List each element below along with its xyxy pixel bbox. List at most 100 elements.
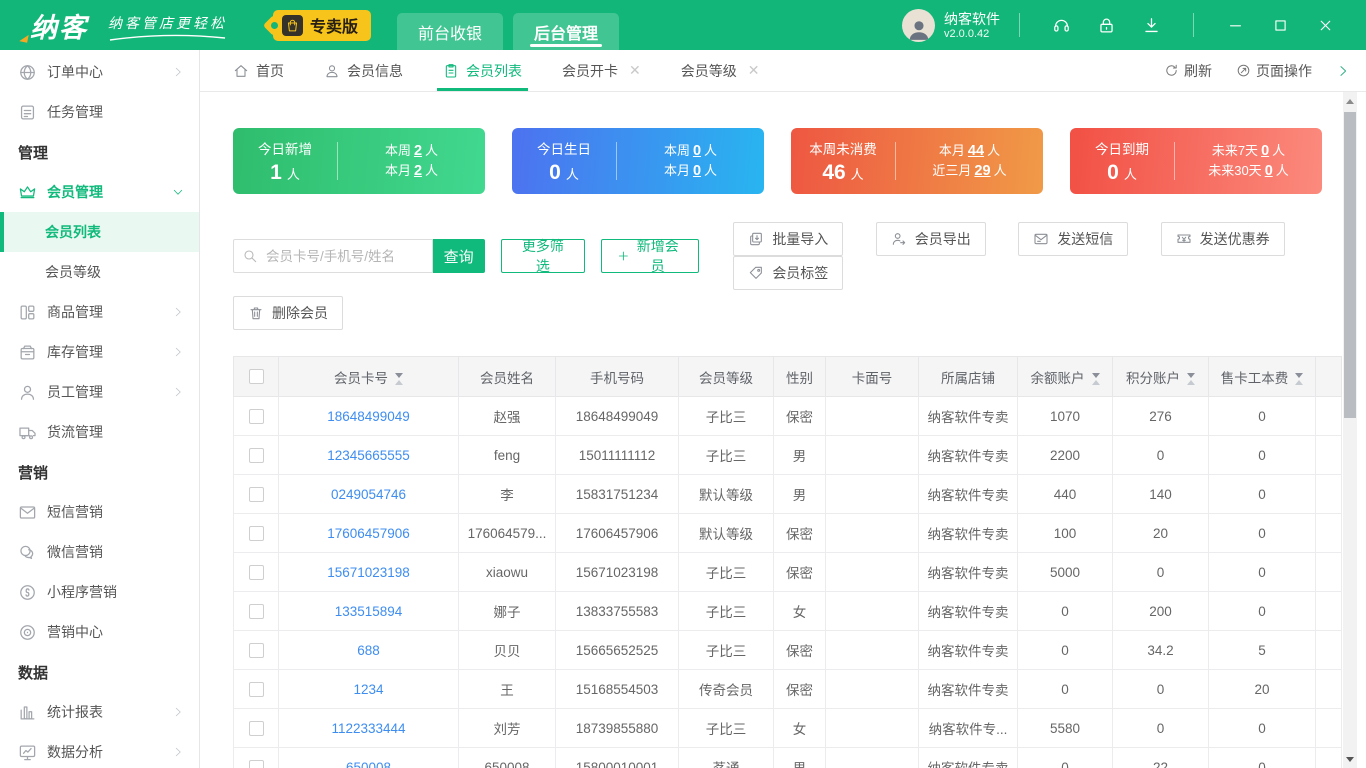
table-row[interactable]: 1234 王 15168554503 传奇会员 保密 纳客软件专卖 0 0 20	[233, 669, 1342, 709]
table-row[interactable]: 15671023198 xiaowu 15671023198 子比三 保密 纳客…	[233, 552, 1342, 592]
sort-icon[interactable]	[1295, 372, 1304, 385]
select-all-checkbox[interactable]	[248, 369, 264, 385]
more-filter-button[interactable]: 更多筛选	[501, 238, 585, 274]
headset-icon[interactable]	[1052, 16, 1071, 35]
toolbar-button[interactable]: 会员标签	[733, 256, 844, 290]
sidebar-item[interactable]: 订单中心	[0, 52, 199, 92]
row-checkbox[interactable]	[248, 603, 264, 619]
scrollbar-thumb[interactable]	[1344, 112, 1356, 418]
toolbar-button[interactable]: 发送短信	[1018, 222, 1129, 256]
vertical-scrollbar[interactable]	[1343, 92, 1357, 768]
sort-icon[interactable]	[1091, 372, 1100, 385]
import-icon	[748, 231, 764, 247]
lock-icon[interactable]	[1097, 16, 1116, 35]
toolbar-button[interactable]: 会员导出	[875, 222, 986, 256]
download-icon[interactable]	[1142, 16, 1161, 35]
table-row[interactable]: 688 贝贝 15665652525 子比三 保密 纳客软件专卖 0 34.2 …	[233, 630, 1342, 670]
scroll-up-arrow[interactable]	[1343, 94, 1357, 108]
tab-overflow-chevron[interactable]	[1336, 64, 1350, 78]
sidebar-item[interactable]: 员工管理	[0, 372, 199, 412]
sidebar-item[interactable]: 微信营销	[0, 532, 199, 572]
close-icon[interactable]	[1317, 17, 1334, 34]
toolbar-button[interactable]: 批量导入	[733, 222, 844, 256]
refresh-button[interactable]: 刷新	[1164, 61, 1212, 81]
sidebar-item[interactable]: 数据分析	[0, 732, 199, 768]
member-card-link[interactable]: 1234	[278, 669, 459, 709]
avatar	[902, 8, 935, 42]
sidebar-item[interactable]: 营销	[0, 452, 199, 492]
member-card-link[interactable]: 15671023198	[278, 552, 459, 592]
member-balance: 1070	[1017, 396, 1113, 436]
table-row[interactable]: 12345665555 feng 15011111112 子比三 男 纳客软件专…	[233, 435, 1342, 475]
table-row[interactable]: 650008 650008 15800010001 茗通 男 纳客软件专卖 0 …	[233, 747, 1342, 768]
tab-close-icon[interactable]: ✕	[629, 62, 641, 79]
user-menu[interactable]: 纳客软件 v2.0.0.42	[902, 8, 1000, 42]
member-card-link[interactable]: 18648499049	[278, 396, 459, 436]
row-checkbox[interactable]	[248, 564, 264, 580]
stat-card: 本周未消费 46 人 本月 44 人 近三月 29 人	[791, 128, 1043, 194]
member-gender: 保密	[773, 552, 826, 592]
search-input[interactable]	[233, 239, 433, 273]
sidebar-item[interactable]: 小程序营销	[0, 572, 199, 612]
sidebar-item[interactable]: 货流管理	[0, 412, 199, 452]
row-checkbox[interactable]	[248, 642, 264, 658]
table-row[interactable]: 18648499049 赵强 18648499049 子比三 保密 纳客软件专卖…	[233, 396, 1342, 436]
sort-icon[interactable]	[1187, 372, 1195, 385]
toolbar-button[interactable]: 发送优惠券	[1160, 222, 1285, 256]
sidebar-item[interactable]: 库存管理	[0, 332, 199, 372]
sidebar-item[interactable]: 营销中心	[0, 612, 199, 652]
sidebar-item[interactable]: 会员等级	[0, 252, 199, 292]
monitor-icon	[18, 743, 37, 762]
target-icon	[18, 623, 37, 642]
sidebar-item[interactable]: 数据	[0, 652, 199, 692]
plus-icon	[617, 249, 630, 263]
minimize-icon[interactable]	[1227, 17, 1244, 34]
member-level: 传奇会员	[678, 669, 774, 709]
sidebar-item[interactable]: 统计报表	[0, 692, 199, 732]
table-row[interactable]: 1122333444 刘芳 18739855880 子比三 女 纳客软件专...…	[233, 708, 1342, 748]
sidebar-item[interactable]: 任务管理	[0, 92, 199, 132]
member-card-link[interactable]: 12345665555	[278, 435, 459, 475]
tab-close-icon[interactable]: ✕	[748, 62, 760, 79]
row-checkbox[interactable]	[248, 447, 264, 463]
member-card-link[interactable]: 133515894	[278, 591, 459, 631]
delete-member-button[interactable]: 删除会员	[233, 296, 343, 330]
member-card-link[interactable]: 1122333444	[278, 708, 459, 748]
sort-icon[interactable]	[395, 372, 403, 385]
member-points: 200	[1112, 591, 1209, 631]
member-card-link[interactable]: 17606457906	[278, 513, 459, 553]
table-row[interactable]: 133515894 娜子 13833755583 子比三 女 纳客软件专卖 0 …	[233, 591, 1342, 631]
add-member-button[interactable]: 新增会员	[600, 238, 700, 274]
tab[interactable]: 会员开卡 ✕	[562, 50, 641, 91]
row-checkbox[interactable]	[248, 720, 264, 736]
page-ops-button[interactable]: 页面操作	[1236, 61, 1312, 81]
member-card-link[interactable]: 688	[278, 630, 459, 670]
sidebar-item[interactable]: 短信营销	[0, 492, 199, 532]
nav-button[interactable]: 后台管理	[513, 13, 620, 50]
maximize-icon[interactable]	[1272, 17, 1289, 34]
member-balance: 100	[1017, 513, 1113, 553]
row-checkbox[interactable]	[248, 525, 264, 541]
tab[interactable]: 会员等级 ✕	[681, 50, 760, 91]
member-name: 李	[458, 474, 556, 514]
tab[interactable]: 会员信息	[324, 50, 403, 91]
sidebar-item[interactable]: 会员管理	[0, 172, 199, 212]
row-checkbox[interactable]	[248, 408, 264, 424]
table-row[interactable]: 0249054746 李 15831751234 默认等级 男 纳客软件专卖 4…	[233, 474, 1342, 514]
sidebar-item[interactable]: 商品管理	[0, 292, 199, 332]
row-checkbox[interactable]	[248, 681, 264, 697]
tab[interactable]: 首页	[233, 50, 284, 91]
nav-button[interactable]: 前台收银	[397, 13, 504, 50]
member-card-link[interactable]: 0249054746	[278, 474, 459, 514]
tab[interactable]: 会员列表	[437, 50, 528, 91]
member-phone: 17606457906	[555, 513, 679, 553]
row-checkbox[interactable]	[248, 759, 264, 768]
row-checkbox[interactable]	[248, 486, 264, 502]
table-row[interactable]: 17606457906 176064579... 17606457906 默认等…	[233, 513, 1342, 553]
member-card-link[interactable]: 650008	[278, 747, 459, 768]
scroll-down-arrow[interactable]	[1343, 752, 1357, 766]
member-name: 650008	[458, 747, 556, 768]
search-button[interactable]: 查询	[432, 239, 486, 273]
sidebar-item[interactable]: 会员列表	[0, 212, 199, 252]
sidebar-item[interactable]: 管理	[0, 132, 199, 172]
